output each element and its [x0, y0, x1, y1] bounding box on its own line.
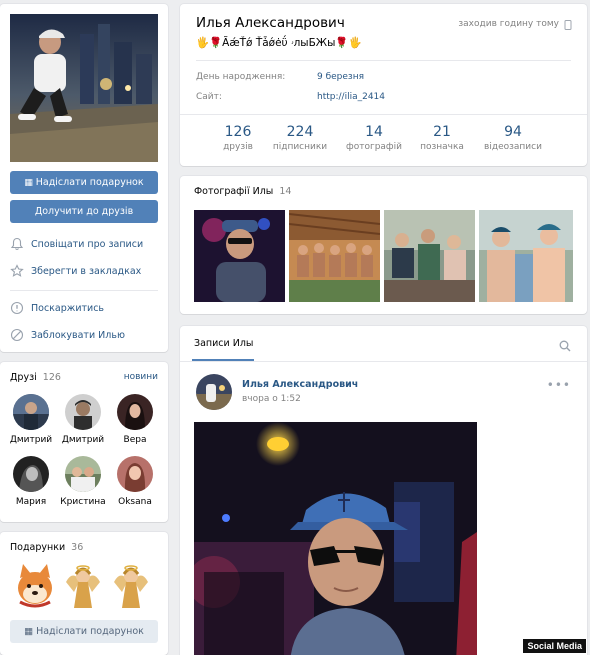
friends-header[interactable]: Друзі 126: [10, 372, 61, 383]
friend-avatar: [65, 456, 101, 492]
notify-posts-item[interactable]: Сповіщати про записи: [10, 234, 143, 254]
counter-followers[interactable]: 224 підписники: [265, 124, 335, 152]
search-icon[interactable]: [559, 340, 571, 352]
info-divider: [196, 60, 571, 61]
photo-thumb[interactable]: [384, 210, 475, 302]
friend-avatar: [117, 456, 153, 492]
send-gift-secondary-button[interactable]: ▦ Надіслати подарунок: [10, 620, 158, 643]
post-author-avatar[interactable]: [196, 374, 232, 410]
profile-name: Илья Александрович: [196, 15, 345, 31]
post-author-name[interactable]: Илья Александрович: [242, 379, 358, 390]
star-icon: [10, 264, 24, 277]
profile-info-card: Илья Александрович заходив годину тому 🖐…: [180, 4, 587, 166]
site-link[interactable]: http://ilia_2414: [317, 92, 385, 102]
post-photo[interactable]: [194, 422, 477, 655]
block-user-item[interactable]: Заблокувати Илью: [10, 325, 125, 345]
send-gift-button[interactable]: ▦ Надіслати подарунок: [10, 171, 158, 194]
last-seen: заходив годину тому: [458, 19, 559, 29]
gift-item[interactable]: [14, 562, 56, 610]
angel-gift-icon: [66, 565, 100, 608]
friend-avatar: [65, 394, 101, 430]
gift-item[interactable]: [110, 562, 152, 610]
counter-photos[interactable]: 14 фотографій: [339, 124, 409, 152]
gifts-header[interactable]: Подарунки 36: [10, 542, 83, 553]
post-timestamp[interactable]: вчора о 1:52: [242, 394, 301, 404]
phone-icon: [564, 20, 572, 30]
friend-item[interactable]: Дмитрий: [60, 394, 106, 445]
birthday-label: День народження:: [196, 72, 286, 82]
friend-avatar: [13, 394, 49, 430]
photo-thumb[interactable]: [289, 210, 380, 302]
friend-avatar: [13, 456, 49, 492]
wall-card: Записи Илы Илья Александрович вчора о 1:…: [180, 326, 587, 655]
gift-item[interactable]: [62, 562, 104, 610]
report-icon: [10, 301, 24, 315]
counter-videos[interactable]: 94 відеозаписи: [478, 124, 548, 152]
counter-friends[interactable]: 126 друзів: [203, 124, 273, 152]
profile-status[interactable]: 🖐🌹ÃǽŤǿ Ťǡǿėΰ ۥлыБЖы🌹🖐: [196, 36, 362, 50]
site-label: Сайт:: [196, 92, 222, 102]
photos-header[interactable]: Фотографії Илы 14: [194, 186, 291, 197]
gift-icon: ▦: [24, 178, 36, 188]
gifts-card: Подарунки 36 ▦ Надіслати подарунок: [0, 532, 168, 655]
post-more-icon[interactable]: •••: [547, 378, 571, 392]
watermark: Social Media: [523, 639, 586, 653]
friend-item[interactable]: Oksana: [112, 456, 158, 507]
add-friend-button[interactable]: Долучити до друзів: [10, 200, 158, 223]
block-icon: [10, 328, 24, 342]
friends-updates-link[interactable]: новини: [124, 372, 158, 382]
counters-divider: [180, 114, 587, 115]
friend-item[interactable]: Кристина: [60, 456, 106, 507]
counter-tags[interactable]: 21 позначка: [407, 124, 477, 152]
friend-avatar: [117, 394, 153, 430]
wall-tabs-divider: [180, 361, 587, 362]
photo-thumb[interactable]: [194, 210, 285, 302]
friend-item[interactable]: Мария: [8, 456, 54, 507]
bell-icon: [10, 237, 24, 251]
report-item[interactable]: Поскаржитись: [10, 298, 104, 318]
photo-thumb[interactable]: [479, 210, 573, 302]
birthday-value[interactable]: 9 березня: [317, 72, 364, 82]
angel-gift-icon: [114, 565, 148, 608]
tab-wall-posts[interactable]: Записи Илы: [194, 338, 253, 349]
shiba-gift-icon: [18, 564, 52, 608]
friends-card: Друзі 126 новини Дмитрий Дмитрий Вера Ма…: [0, 362, 168, 522]
friend-item[interactable]: Дмитрий: [8, 394, 54, 445]
profile-avatar[interactable]: [10, 14, 158, 162]
gift-icon: ▦: [24, 626, 37, 637]
menu-divider: [10, 290, 158, 291]
friend-item[interactable]: Вера: [112, 394, 158, 445]
bookmark-item[interactable]: Зберегти в закладках: [10, 261, 141, 281]
photos-card: Фотографії Илы 14: [180, 176, 587, 314]
